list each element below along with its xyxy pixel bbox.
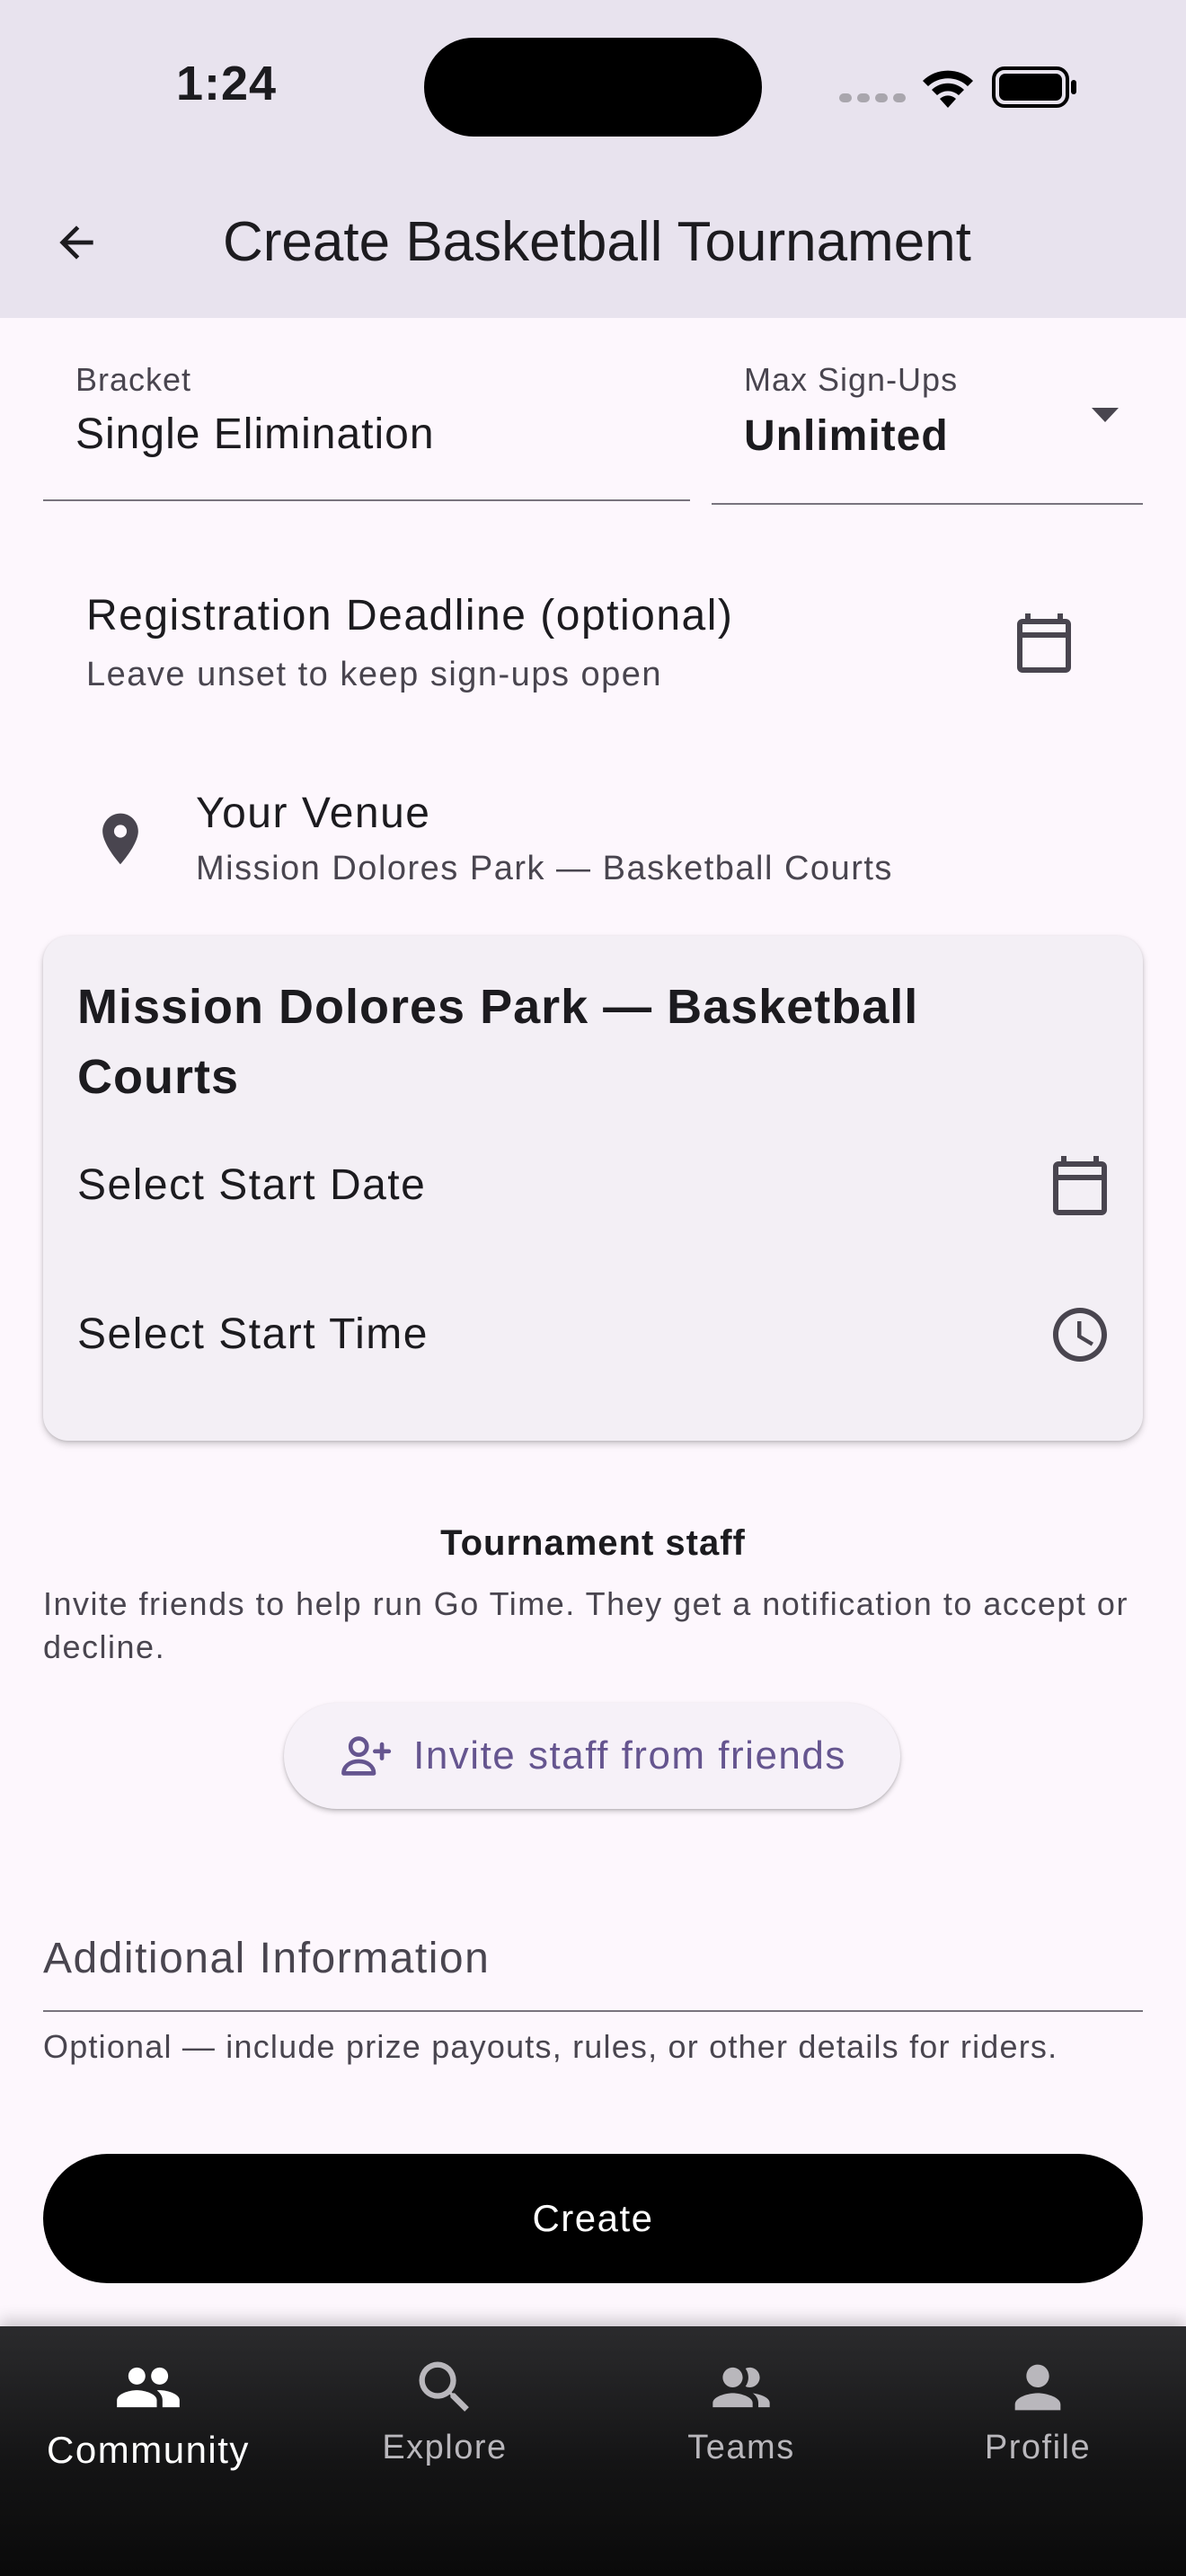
staff-section-title: Tournament staff [440,1523,746,1563]
start-date-row[interactable]: Select Start Date [43,1134,1143,1250]
person-add-icon [341,1736,392,1776]
bottom-navigation: Community Explore Teams Profile [0,2326,1186,2576]
nav-item-teams[interactable]: Teams [606,2353,876,2467]
max-signups-label: Max Sign-Ups [744,361,959,398]
additional-info-helper: Optional — include prize payouts, rules,… [43,2028,1058,2065]
start-time-row[interactable]: Select Start Time [43,1286,1143,1403]
nav-label-community: Community [47,2429,250,2471]
app-header: 1:24 Create Basketball Tournament [0,0,1186,318]
registration-deadline-row[interactable]: Registration Deadline (optional) Leave u… [43,575,1143,719]
max-signups-value: Unlimited [744,412,949,460]
page-title: Create Basketball Tournament [223,211,971,273]
battery-icon [992,66,1076,108]
venue-subtitle: Mission Dolores Park — Basketball Courts [196,850,893,887]
nav-label-explore: Explore [382,2429,508,2466]
max-signups-dropdown[interactable]: Max Sign-Ups Unlimited [712,356,1143,505]
additional-info-underline [43,2010,1143,2012]
calendar-icon [1053,1156,1107,1215]
wifi-icon [923,70,973,108]
venue-title: Your Venue [196,790,431,837]
nav-item-explore[interactable]: Explore [310,2353,580,2467]
calendar-icon[interactable] [1012,611,1076,675]
create-button[interactable]: Create [43,2154,1143,2283]
registration-deadline-title: Registration Deadline (optional) [86,592,734,640]
start-time-label: Select Start Time [77,1310,429,1358]
nav-label-profile: Profile [984,2429,1092,2466]
start-date-label: Select Start Date [77,1161,427,1209]
cellular-signal-icon [839,93,906,102]
bracket-label: Bracket [75,361,192,398]
registration-deadline-subtitle: Leave unset to keep sign-ups open [86,656,663,693]
venue-row[interactable]: Your Venue Mission Dolores Park — Basket… [43,778,1143,913]
invite-staff-label: Invite staff from friends [413,1734,846,1778]
person-icon [1014,2364,1061,2411]
nav-item-profile[interactable]: Profile [903,2353,1173,2467]
max-signups-underline [712,503,1143,505]
nav-item-community[interactable]: Community [13,2353,283,2472]
additional-info-input[interactable] [43,1904,1143,2012]
bracket-underline [43,499,690,501]
invite-staff-button[interactable]: Invite staff from friends [284,1703,900,1809]
dropdown-arrow-icon [1092,408,1119,422]
nav-label-teams: Teams [687,2429,795,2466]
arrow-back-icon [59,225,93,260]
teams-icon [712,2367,770,2408]
dynamic-island [424,38,762,137]
search-icon [419,2361,469,2412]
venue-card: Mission Dolores Park — Basketball Courts… [43,936,1143,1441]
venue-card-title: Mission Dolores Park — Basketball Courts [77,980,919,1104]
bracket-field[interactable]: Bracket Single Elimination [43,356,690,501]
community-icon [117,2367,180,2408]
staff-section-description: Invite friends to help run Go Time. They… [43,1585,1128,1665]
status-time: 1:24 [176,57,278,110]
location-pin-icon [102,813,138,865]
clock-icon [1053,1308,1107,1362]
bracket-value: Single Elimination [75,410,435,458]
back-button[interactable] [36,207,117,278]
